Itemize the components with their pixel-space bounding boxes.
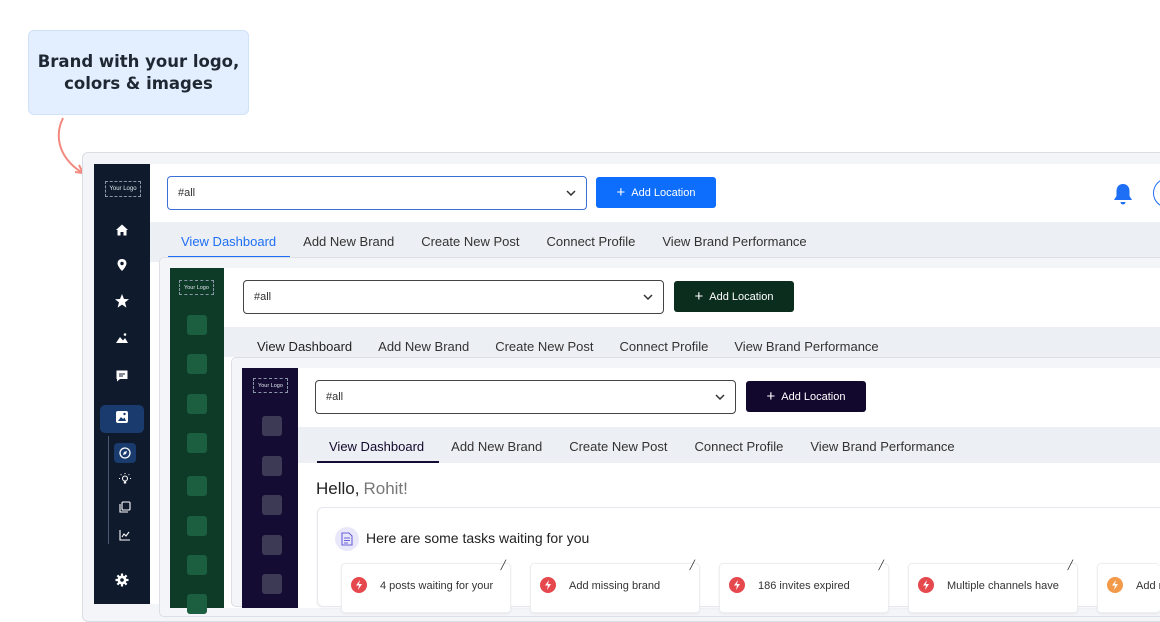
tab-add-new-brand[interactable]: Add New Brand xyxy=(378,339,469,354)
sidebar-item-placeholder xyxy=(262,574,282,594)
document-icon xyxy=(335,527,359,551)
add-location-label: Add Location xyxy=(781,390,846,403)
lightning-icon xyxy=(918,577,934,593)
logo-placeholder-green: Your Logo xyxy=(179,280,214,295)
active-tab-indicator xyxy=(317,461,439,463)
tab-view-brand-performance[interactable]: View Brand Performance xyxy=(810,439,954,454)
tab-view-brand-performance[interactable]: View Brand Performance xyxy=(734,339,878,354)
star-icon[interactable] xyxy=(114,293,130,309)
tab-connect-profile[interactable]: Connect Profile xyxy=(694,439,783,454)
logo-text: Your Logo xyxy=(258,382,283,389)
location-select-value: #all xyxy=(178,187,196,199)
callout-box: Brand with your logo, colors & images xyxy=(28,30,249,115)
pencil-icon[interactable]: ╱ xyxy=(879,560,884,571)
logo-text: Your Logo xyxy=(184,284,209,291)
location-select[interactable]: #all xyxy=(167,176,587,210)
sidebar-item-placeholder xyxy=(187,594,207,614)
user-name: Rohit! xyxy=(363,479,408,498)
greeting-text: Hello, xyxy=(316,479,360,498)
lightning-icon xyxy=(1107,577,1123,593)
logo-text: Your Logo xyxy=(109,186,137,192)
tab-view-brand-performance[interactable]: View Brand Performance xyxy=(662,234,806,249)
task-text: Add missing brand xyxy=(569,580,661,592)
tab-view-dashboard[interactable]: View Dashboard xyxy=(329,439,424,454)
tab-list-green: View Dashboard Add New Brand Create New … xyxy=(257,339,879,354)
compass-icon[interactable] xyxy=(114,443,136,463)
tab-create-new-post[interactable]: Create New Post xyxy=(569,439,667,454)
tab-view-dashboard[interactable]: View Dashboard xyxy=(257,339,352,354)
tab-view-dashboard[interactable]: View Dashboard xyxy=(181,234,276,249)
greeting: Hello, Rohit! xyxy=(316,479,408,499)
chevron-down-icon xyxy=(643,291,653,303)
location-select-green[interactable]: #all xyxy=(243,280,664,314)
chevron-down-icon xyxy=(566,187,576,199)
sidebar-purple xyxy=(242,368,298,608)
logo-placeholder: Your Logo xyxy=(105,181,141,197)
sidebar-item-placeholder xyxy=(262,495,282,515)
add-location-label: Add Location xyxy=(631,186,696,199)
tab-create-new-post[interactable]: Create New Post xyxy=(495,339,593,354)
task-text: 4 posts waiting for your xyxy=(380,580,494,592)
pencil-icon[interactable]: ╱ xyxy=(501,560,506,571)
submenu-line xyxy=(108,436,109,544)
sidebar-item-placeholder xyxy=(187,315,207,335)
pencil-icon[interactable]: ╱ xyxy=(690,560,695,571)
tab-connect-profile[interactable]: Connect Profile xyxy=(619,339,708,354)
tab-add-new-brand[interactable]: Add New Brand xyxy=(303,234,394,249)
sidebar-item-placeholder xyxy=(187,516,207,536)
sidebar-item-placeholder xyxy=(187,555,207,575)
sidebar-item-placeholder xyxy=(262,416,282,436)
bell-icon[interactable] xyxy=(1110,181,1136,212)
lightning-icon xyxy=(540,577,556,593)
plus-icon: + xyxy=(616,184,626,201)
logo-placeholder-purple: Your Logo xyxy=(253,378,288,393)
plus-icon: + xyxy=(694,288,704,305)
tab-connect-profile[interactable]: Connect Profile xyxy=(546,234,635,249)
tab-create-new-post[interactable]: Create New Post xyxy=(421,234,519,249)
gallery-icon xyxy=(115,410,129,429)
copy-icon[interactable] xyxy=(114,497,136,517)
location-select-value: #all xyxy=(326,391,344,403)
sidebar-item-placeholder xyxy=(187,476,207,496)
sidebar-item-placeholder xyxy=(262,456,282,476)
chat-icon[interactable] xyxy=(114,368,130,384)
sidebar-item-placeholder xyxy=(187,394,207,414)
location-select-value: #all xyxy=(254,291,272,303)
sidebar-item-gallery[interactable] xyxy=(100,405,144,433)
task-item[interactable]: Add missing brand ╱ xyxy=(530,560,700,613)
lightning-icon xyxy=(351,577,367,593)
tab-add-new-brand[interactable]: Add New Brand xyxy=(451,439,542,454)
add-location-button-purple[interactable]: + Add Location xyxy=(746,381,866,412)
task-item[interactable]: Add n xyxy=(1097,563,1160,613)
tasks-title: Here are some tasks waiting for you xyxy=(366,530,590,546)
task-text: Multiple channels have xyxy=(947,580,1059,592)
task-item[interactable]: 4 posts waiting for your ╱ xyxy=(341,560,511,613)
sidebar-item-placeholder xyxy=(187,433,207,453)
tab-list-purple: View Dashboard Add New Brand Create New … xyxy=(329,439,955,454)
chevron-down-icon xyxy=(715,391,725,403)
location-select-purple[interactable]: #all xyxy=(315,380,736,414)
lightning-icon xyxy=(729,577,745,593)
gear-icon[interactable] xyxy=(114,572,130,588)
add-location-label: Add Location xyxy=(709,290,774,303)
task-text: 186 invites expired xyxy=(758,580,850,592)
task-item[interactable]: Multiple channels have ╱ xyxy=(908,560,1078,613)
sidebar-item-placeholder xyxy=(262,535,282,555)
bulb-icon[interactable] xyxy=(114,469,136,489)
task-text: Add n xyxy=(1136,580,1160,592)
task-item[interactable]: 186 invites expired ╱ xyxy=(719,560,889,613)
plus-icon: + xyxy=(766,388,776,405)
home-icon[interactable] xyxy=(114,222,130,238)
add-location-button[interactable]: + Add Location xyxy=(596,177,716,208)
location-pin-icon[interactable] xyxy=(114,257,130,273)
chart-icon[interactable] xyxy=(114,525,136,545)
pencil-icon[interactable]: ╱ xyxy=(1068,560,1073,571)
sidebar-item-placeholder xyxy=(187,354,207,374)
tab-list: View Dashboard Add New Brand Create New … xyxy=(181,234,807,249)
callout-text: Brand with your logo, colors & images xyxy=(37,51,240,93)
add-location-button-green[interactable]: + Add Location xyxy=(674,281,794,312)
image-landscape-icon[interactable] xyxy=(114,330,130,346)
